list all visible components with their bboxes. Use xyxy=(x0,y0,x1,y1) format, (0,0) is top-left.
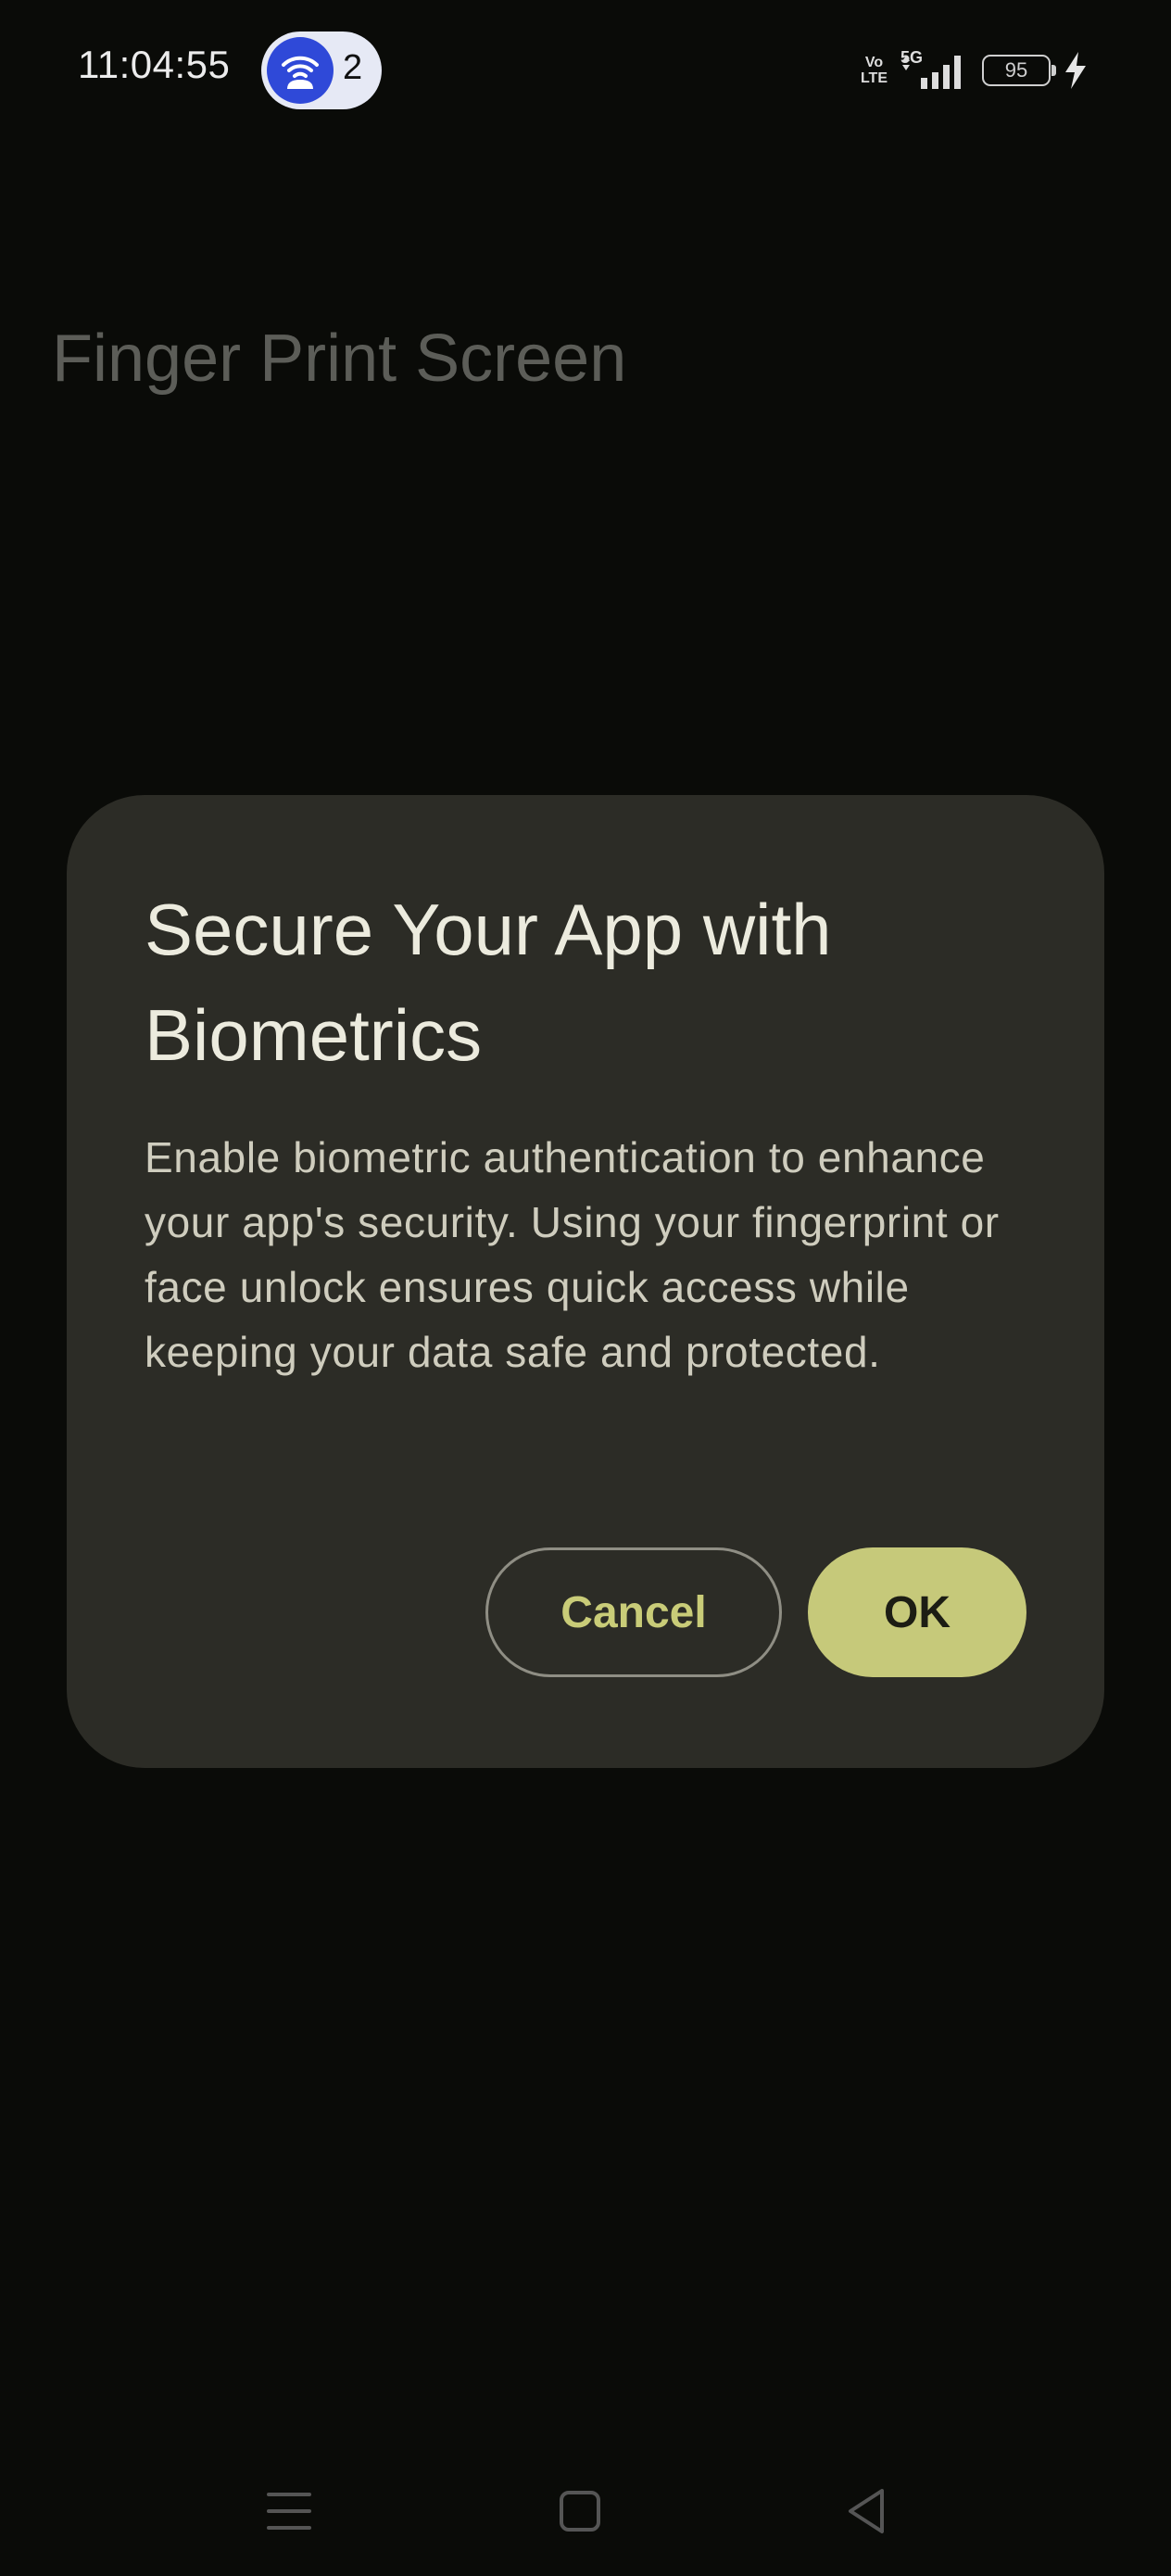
volte-icon: Vo LTE xyxy=(861,55,888,86)
ok-button-label: OK xyxy=(884,1587,951,1637)
signal-icon: 5G xyxy=(900,48,969,89)
status-icons: Vo LTE 5G 95 xyxy=(861,48,1088,91)
volte-line1: Vo xyxy=(864,55,884,70)
battery-level: 95 xyxy=(1004,58,1028,82)
hotspot-count: 2 xyxy=(343,48,363,87)
back-icon[interactable] xyxy=(839,2483,895,2539)
volte-line2: LTE xyxy=(860,70,888,86)
cancel-button-label: Cancel xyxy=(560,1587,707,1637)
lightning-icon xyxy=(1065,52,1086,89)
status-bar: 11:04:55 2 Vo LTE 5G 95 xyxy=(0,0,1171,139)
page-title: Finger Print Screen xyxy=(52,322,627,396)
status-clock: 11:04:55 xyxy=(78,43,231,86)
battery-icon: 95 xyxy=(982,55,1056,86)
biometric-dialog: Secure Your App with Biometrics Enable b… xyxy=(67,795,1104,1768)
menu-icon[interactable] xyxy=(261,2483,317,2539)
ok-button[interactable]: OK xyxy=(808,1547,1026,1677)
home-icon[interactable] xyxy=(552,2483,608,2539)
screen: 11:04:55 2 Vo LTE 5G 95 Finger Print Scr… xyxy=(0,0,1171,2576)
cancel-button[interactable]: Cancel xyxy=(485,1547,782,1677)
hotspot-icon xyxy=(267,37,334,104)
hotspot-chip[interactable]: 2 xyxy=(261,32,382,109)
dialog-message: Enable biometric authentication to enhan… xyxy=(145,1133,1000,1376)
dialog-title: Secure Your App with Biometrics xyxy=(145,889,832,1076)
navigation-bar xyxy=(0,2446,1171,2576)
